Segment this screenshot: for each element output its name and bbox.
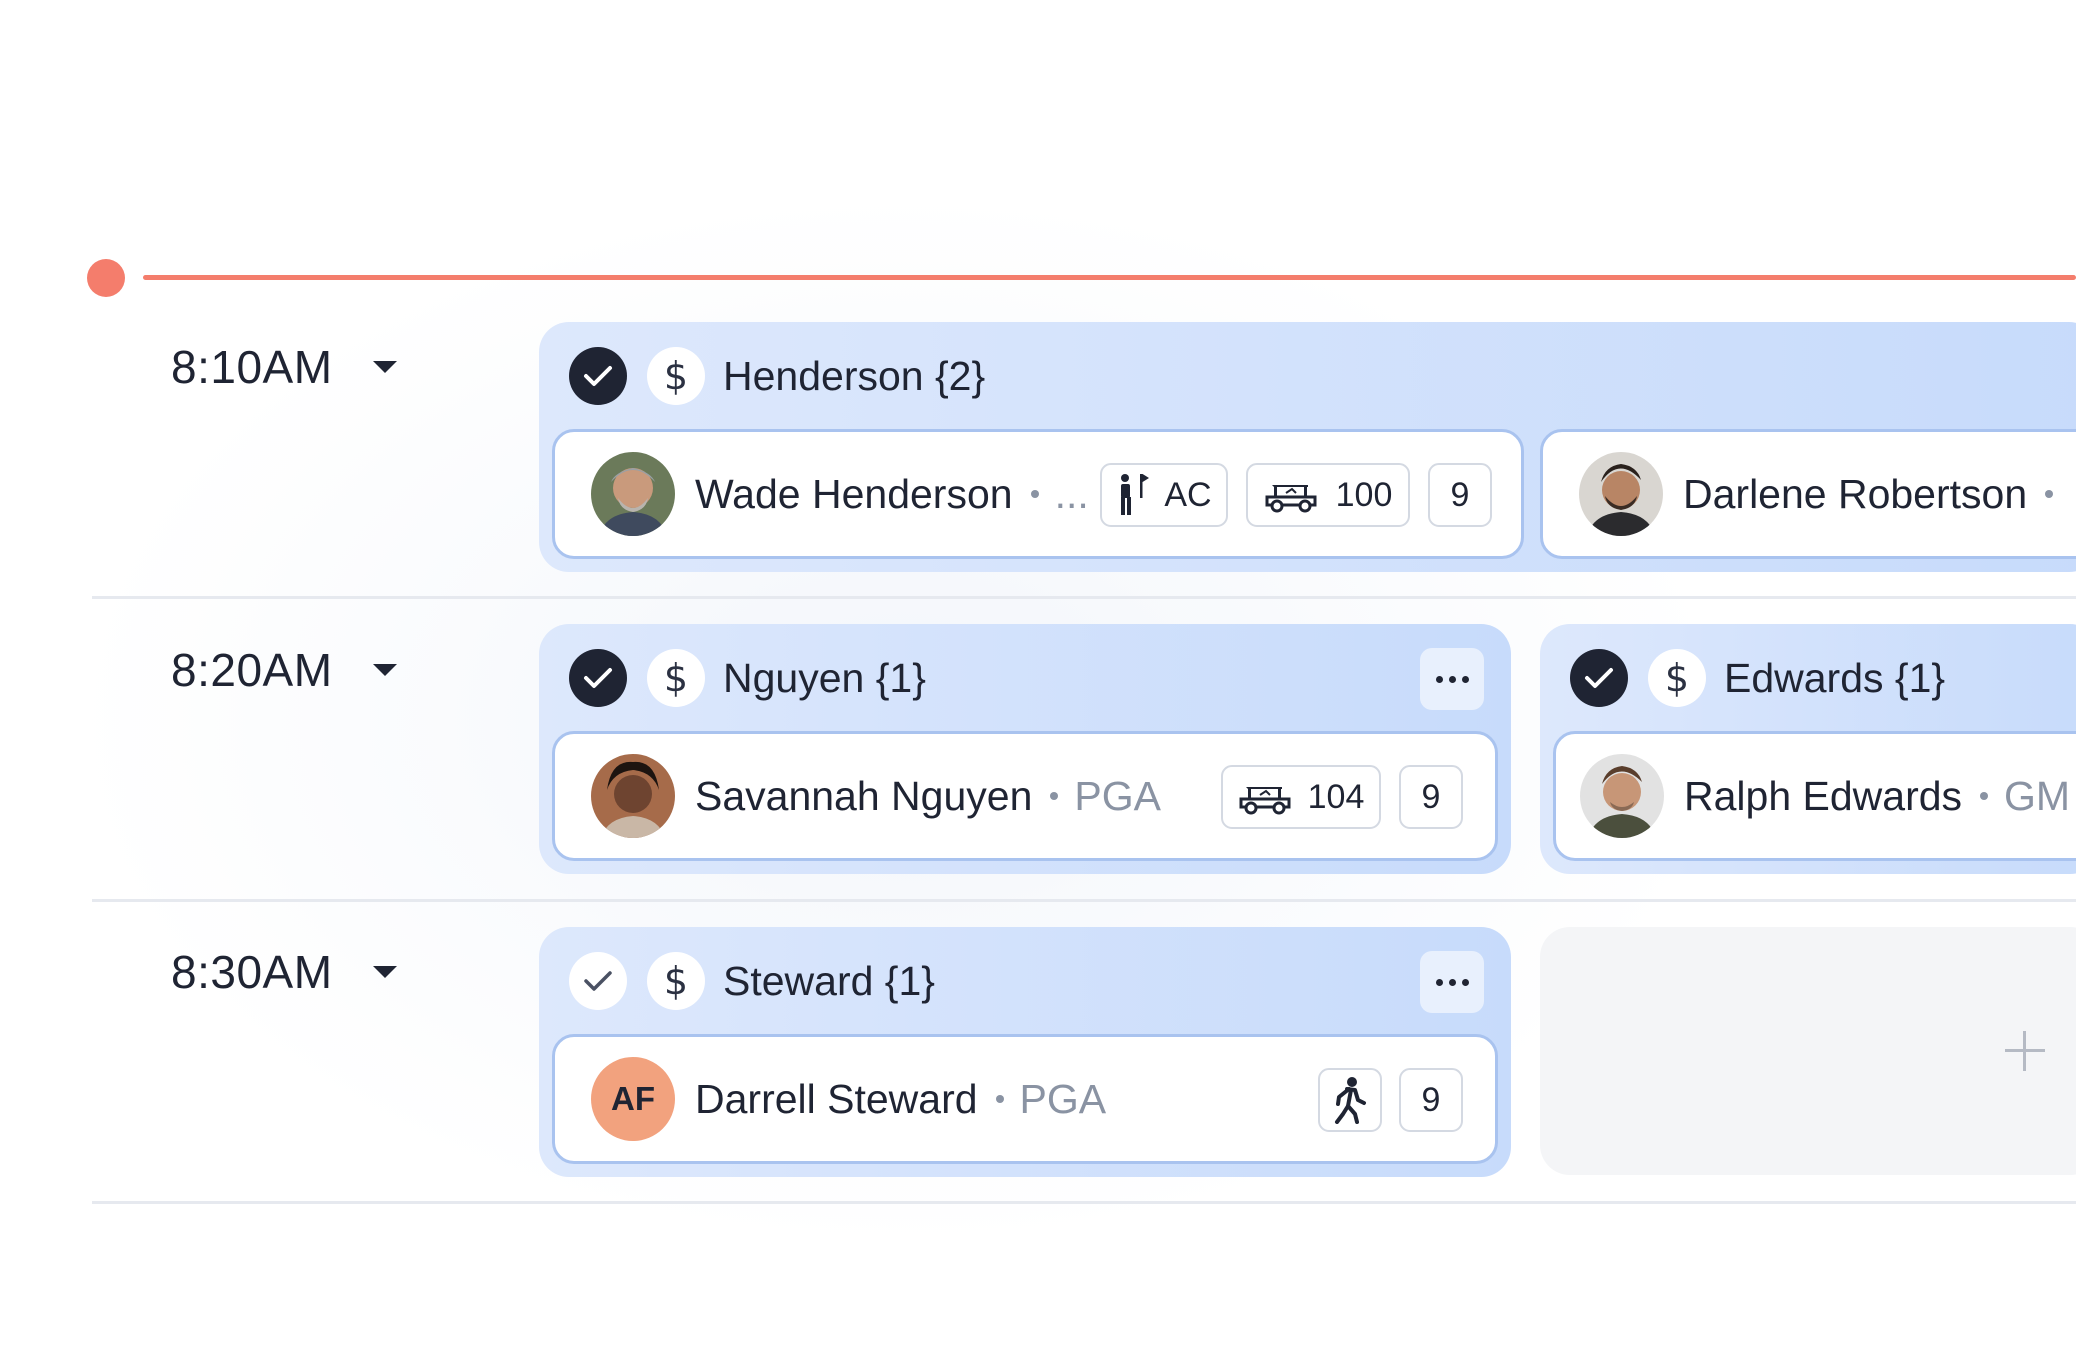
- tee-group-edwards[interactable]: $ Edwards {1} Ralph Edwards GM: [1540, 624, 2076, 874]
- dollar-icon[interactable]: $: [647, 649, 705, 707]
- player-name: Ralph Edwards: [1684, 772, 1963, 819]
- separator-dot: [1980, 792, 1989, 800]
- more-options-button[interactable]: [1420, 951, 1484, 1013]
- avatar: AF: [591, 1057, 675, 1141]
- tee-group-steward[interactable]: $ Steward {1} AF Darrell Steward PGA 9: [539, 927, 1511, 1177]
- dollar-icon[interactable]: $: [647, 347, 705, 405]
- row-divider: [92, 1201, 2076, 1204]
- player-name: Darrell Steward: [695, 1075, 978, 1122]
- separator-dot: [995, 1095, 1004, 1103]
- separator-dot: [1050, 792, 1059, 800]
- player-role: ...: [1054, 470, 1089, 517]
- player-card[interactable]: AF Darrell Steward PGA 9: [552, 1034, 1498, 1164]
- group-header: $ Henderson {2}: [539, 322, 2076, 430]
- player-role: PGA: [1074, 772, 1161, 819]
- plus-icon[interactable]: [2005, 1031, 2045, 1071]
- holes-chip[interactable]: 9: [1399, 1068, 1463, 1132]
- holes-chip[interactable]: 9: [1428, 463, 1492, 527]
- golf-cart-icon: [1239, 787, 1291, 815]
- tee-time-row-1[interactable]: 8:10AM: [171, 340, 397, 394]
- player-card[interactable]: Ralph Edwards GM: [1553, 731, 2076, 861]
- chip-text: 104: [1307, 777, 1365, 816]
- separator-dot: [1030, 490, 1039, 498]
- separator-dot: [2045, 490, 2054, 498]
- empty-tee-slot[interactable]: [1540, 927, 2076, 1175]
- player-card[interactable]: Darlene Robertson: [1540, 429, 2076, 559]
- row-divider: [92, 596, 2076, 599]
- tee-time-label: 8:10AM: [171, 341, 333, 393]
- chip-text: 100: [1335, 475, 1393, 514]
- player-role: PGA: [1019, 1075, 1107, 1122]
- chip-text: AC: [1164, 475, 1212, 514]
- more-options-button[interactable]: [1420, 648, 1484, 710]
- group-title: Steward {1}: [723, 957, 935, 1004]
- avatar: [1580, 754, 1664, 838]
- group-header: $ Nguyen {1}: [539, 624, 1511, 732]
- check-icon[interactable]: [569, 347, 627, 405]
- holes-chip[interactable]: 9: [1399, 765, 1463, 829]
- check-icon[interactable]: [569, 649, 627, 707]
- chevron-down-icon[interactable]: [372, 966, 397, 978]
- chevron-down-icon[interactable]: [372, 361, 397, 373]
- walking-chip[interactable]: [1318, 1068, 1382, 1132]
- avatar: [1579, 452, 1663, 536]
- chip-text: 9: [1421, 777, 1441, 816]
- current-time-dot: [87, 259, 125, 297]
- tee-time-label: 8:30AM: [171, 946, 333, 998]
- group-title: Edwards {1}: [1724, 654, 1946, 701]
- avatar: [591, 452, 675, 536]
- group-header: $ Steward {1}: [539, 927, 1511, 1035]
- tee-group-henderson[interactable]: $ Henderson {2} Wade Henderson ... AC 10…: [539, 322, 2076, 572]
- tee-time-label: 8:20AM: [171, 644, 333, 696]
- player-name: Darlene Robertson: [1683, 470, 2028, 517]
- dollar-icon[interactable]: $: [1648, 649, 1706, 707]
- walking-icon: [1335, 1077, 1366, 1124]
- group-header: $ Edwards {1}: [1540, 624, 2076, 732]
- chevron-down-icon[interactable]: [372, 664, 397, 676]
- cart-chip[interactable]: 104: [1221, 765, 1381, 829]
- player-card[interactable]: Savannah Nguyen PGA 104 9: [552, 731, 1498, 861]
- group-title: Nguyen {1}: [723, 654, 926, 701]
- tee-group-nguyen[interactable]: $ Nguyen {1} Savannah Nguyen PGA 104 9: [539, 624, 1511, 874]
- golf-cart-icon: [1265, 485, 1317, 513]
- chip-text: 9: [1421, 1080, 1441, 1119]
- chip-text: 9: [1450, 475, 1470, 514]
- tee-time-row-2[interactable]: 8:20AM: [171, 643, 397, 697]
- current-time-line: [143, 275, 2076, 280]
- check-icon[interactable]: [1570, 649, 1628, 707]
- player-name: Savannah Nguyen: [695, 772, 1033, 819]
- player-name: Wade Henderson: [695, 470, 1013, 517]
- golfer-flag-icon: [1121, 474, 1150, 515]
- row-divider: [92, 899, 2076, 902]
- avatar: [591, 754, 675, 838]
- cart-chip[interactable]: 100: [1246, 463, 1410, 527]
- player-role: GM: [2004, 772, 2071, 819]
- tee-time-row-3[interactable]: 8:30AM: [171, 945, 397, 999]
- check-icon[interactable]: [569, 952, 627, 1010]
- player-card[interactable]: Wade Henderson ... AC 100 9: [552, 429, 1524, 559]
- dollar-icon[interactable]: $: [647, 952, 705, 1010]
- group-title: Henderson {2}: [723, 352, 986, 399]
- caddie-chip[interactable]: AC: [1100, 463, 1228, 527]
